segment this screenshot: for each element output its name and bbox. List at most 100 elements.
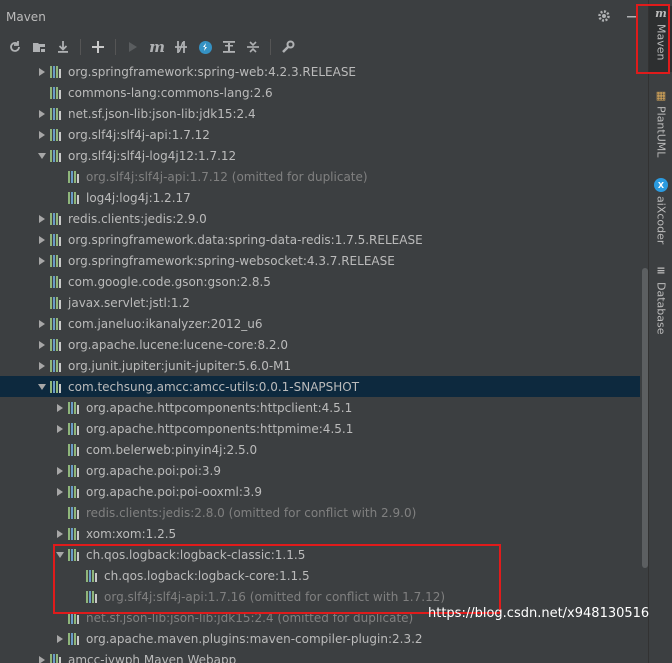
maven-tool-window: Maven m org.springframework:spring-web:4…	[0, 0, 648, 663]
expand-arrow-icon[interactable]	[34, 355, 50, 376]
maven-toolbar: m	[0, 34, 648, 60]
tree-row[interactable]: org.springframework:spring-websocket:4.3…	[0, 250, 640, 271]
expand-arrow-icon[interactable]	[52, 397, 68, 418]
tree-row[interactable]: log4j:log4j:1.2.17	[0, 187, 640, 208]
expand-arrow-icon[interactable]	[34, 61, 50, 82]
arrow-spacer	[52, 502, 68, 523]
collapse-arrow-icon[interactable]	[34, 376, 50, 397]
tree-row[interactable]: ch.qos.logback:logback-classic:1.1.5	[0, 544, 640, 565]
expand-arrow-icon[interactable]	[34, 124, 50, 145]
expand-arrow-icon[interactable]	[34, 313, 50, 334]
expand-arrow-icon[interactable]	[34, 250, 50, 271]
library-icon	[86, 590, 100, 603]
tree-row[interactable]: com.janeluo:ikanalyzer:2012_u6	[0, 313, 640, 334]
expand-arrow-icon[interactable]	[52, 523, 68, 544]
tree-row[interactable]: org.slf4j:slf4j-log4j12:1.7.12	[0, 145, 640, 166]
show-dependencies-icon[interactable]	[220, 38, 238, 56]
expand-arrow-icon[interactable]	[52, 418, 68, 439]
dependency-label: org.apache.httpcomponents:httpclient:4.5…	[86, 400, 353, 415]
dependency-label: org.springframework.data:spring-data-red…	[68, 232, 423, 247]
reload-icon[interactable]	[6, 38, 24, 56]
add-folder-icon[interactable]	[30, 38, 48, 56]
download-icon[interactable]	[54, 38, 72, 56]
library-icon	[68, 527, 82, 540]
tree-row[interactable]: org.apache.poi:poi:3.9	[0, 460, 640, 481]
tree-row[interactable]: org.slf4j:slf4j-api:1.7.12	[0, 124, 640, 145]
toolbar-separator	[270, 39, 271, 55]
skip-tests-icon[interactable]	[196, 38, 214, 56]
dependency-label: amcc-jywph Maven Webapp	[68, 652, 237, 663]
library-icon	[50, 317, 64, 330]
tree-row[interactable]: redis.clients:jedis:2.9.0	[0, 208, 640, 229]
library-icon	[86, 569, 100, 582]
maven-goal-icon[interactable]: m	[148, 38, 166, 56]
maven-icon: m	[655, 6, 667, 20]
expand-arrow-icon[interactable]	[52, 628, 68, 649]
library-icon	[50, 359, 64, 372]
tree-row[interactable]: org.slf4j:slf4j-api:1.7.12 (omitted for …	[0, 166, 640, 187]
tree-row[interactable]: org.apache.maven.plugins:maven-compiler-…	[0, 628, 640, 649]
tab-maven[interactable]: m Maven	[649, 6, 672, 72]
tree-row[interactable]: org.springframework:spring-web:4.2.3.REL…	[0, 61, 640, 82]
tree-row[interactable]: org.apache.httpcomponents:httpmime:4.5.1	[0, 418, 640, 439]
tab-database[interactable]: ≡ Database	[649, 264, 672, 334]
tree-row[interactable]: redis.clients:jedis:2.8.0 (omitted for c…	[0, 502, 640, 523]
tree-row[interactable]: org.junit.jupiter:junit-jupiter:5.6.0-M1	[0, 355, 640, 376]
arrow-spacer	[70, 565, 86, 586]
tree-row[interactable]: javax.servlet:jstl:1.2	[0, 292, 640, 313]
tree-row[interactable]: com.google.code.gson:gson:2.8.5	[0, 271, 640, 292]
library-icon	[68, 443, 82, 456]
tree-row[interactable]: org.apache.poi:poi-ooxml:3.9	[0, 481, 640, 502]
dependency-label: log4j:log4j:1.2.17	[86, 190, 191, 205]
dependency-label: com.google.code.gson:gson:2.8.5	[68, 274, 271, 289]
arrow-spacer	[70, 586, 86, 607]
tree-row[interactable]: amcc-jywph Maven Webapp	[0, 649, 640, 663]
collapse-all-icon[interactable]	[244, 38, 262, 56]
library-icon	[50, 275, 64, 288]
collapse-arrow-icon[interactable]	[52, 544, 68, 565]
dependency-label: javax.servlet:jstl:1.2	[68, 295, 190, 310]
tree-row[interactable]: org.springframework.data:spring-data-red…	[0, 229, 640, 250]
tree-row[interactable]: net.sf.json-lib:json-lib:jdk15:2.4	[0, 103, 640, 124]
expand-arrow-icon[interactable]	[34, 103, 50, 124]
collapse-arrow-icon[interactable]	[34, 145, 50, 166]
tree-row[interactable]: commons-lang:commons-lang:2.6	[0, 82, 640, 103]
library-icon	[50, 296, 64, 309]
minimize-icon[interactable]	[624, 8, 640, 24]
plus-icon[interactable]	[89, 38, 107, 56]
expand-arrow-icon[interactable]	[34, 229, 50, 250]
expand-arrow-icon[interactable]	[34, 208, 50, 229]
dependency-label: org.springframework:spring-web:4.2.3.REL…	[68, 64, 357, 79]
dependency-label: org.apache.maven.plugins:maven-compiler-…	[86, 631, 423, 646]
expand-arrow-icon[interactable]	[34, 649, 50, 663]
dependency-label: com.janeluo:ikanalyzer:2012_u6	[68, 316, 263, 331]
tree-row[interactable]: com.belerweb:pinyin4j:2.5.0	[0, 439, 640, 460]
library-icon	[50, 149, 64, 162]
tree-row[interactable]: ch.qos.logback:logback-core:1.1.5	[0, 565, 640, 586]
tab-aixcoder[interactable]: X aiXcoder	[649, 178, 672, 250]
tab-aixcoder-label: aiXcoder	[654, 196, 668, 245]
expand-arrow-icon[interactable]	[52, 460, 68, 481]
tree-row[interactable]: com.techsung.amcc:amcc-utils:0.0.1-SNAPS…	[0, 376, 640, 397]
dependency-label: org.junit.jupiter:junit-jupiter:5.6.0-M1	[68, 358, 292, 373]
expand-arrow-icon[interactable]	[52, 481, 68, 502]
settings-wrench-icon[interactable]	[279, 38, 297, 56]
dependency-label: org.slf4j:slf4j-api:1.7.16 (omitted for …	[104, 589, 446, 604]
dependency-label: net.sf.json-lib:json-lib:jdk15:2.4 (omit…	[86, 610, 414, 625]
tree-row[interactable]: org.slf4j:slf4j-api:1.7.16 (omitted for …	[0, 586, 640, 607]
dependency-tree: org.springframework:spring-web:4.2.3.REL…	[0, 61, 640, 663]
dependency-label: org.apache.httpcomponents:httpmime:4.5.1	[86, 421, 354, 436]
tree-row[interactable]: xom:xom:1.2.5	[0, 523, 640, 544]
gear-icon[interactable]	[596, 8, 612, 24]
tab-database-label: Database	[654, 281, 668, 335]
tab-plantuml-label: PlantUML	[654, 106, 668, 158]
toggle-offline-icon[interactable]	[172, 38, 190, 56]
library-icon	[68, 422, 82, 435]
run-icon[interactable]	[124, 38, 142, 56]
tree-row[interactable]: org.apache.httpcomponents:httpclient:4.5…	[0, 397, 640, 418]
library-icon	[68, 191, 82, 204]
tab-plantuml[interactable]: ▦ PlantUML	[649, 88, 672, 164]
dependency-label: xom:xom:1.2.5	[86, 526, 177, 541]
tree-row[interactable]: org.apache.lucene:lucene-core:8.2.0	[0, 334, 640, 355]
expand-arrow-icon[interactable]	[34, 334, 50, 355]
